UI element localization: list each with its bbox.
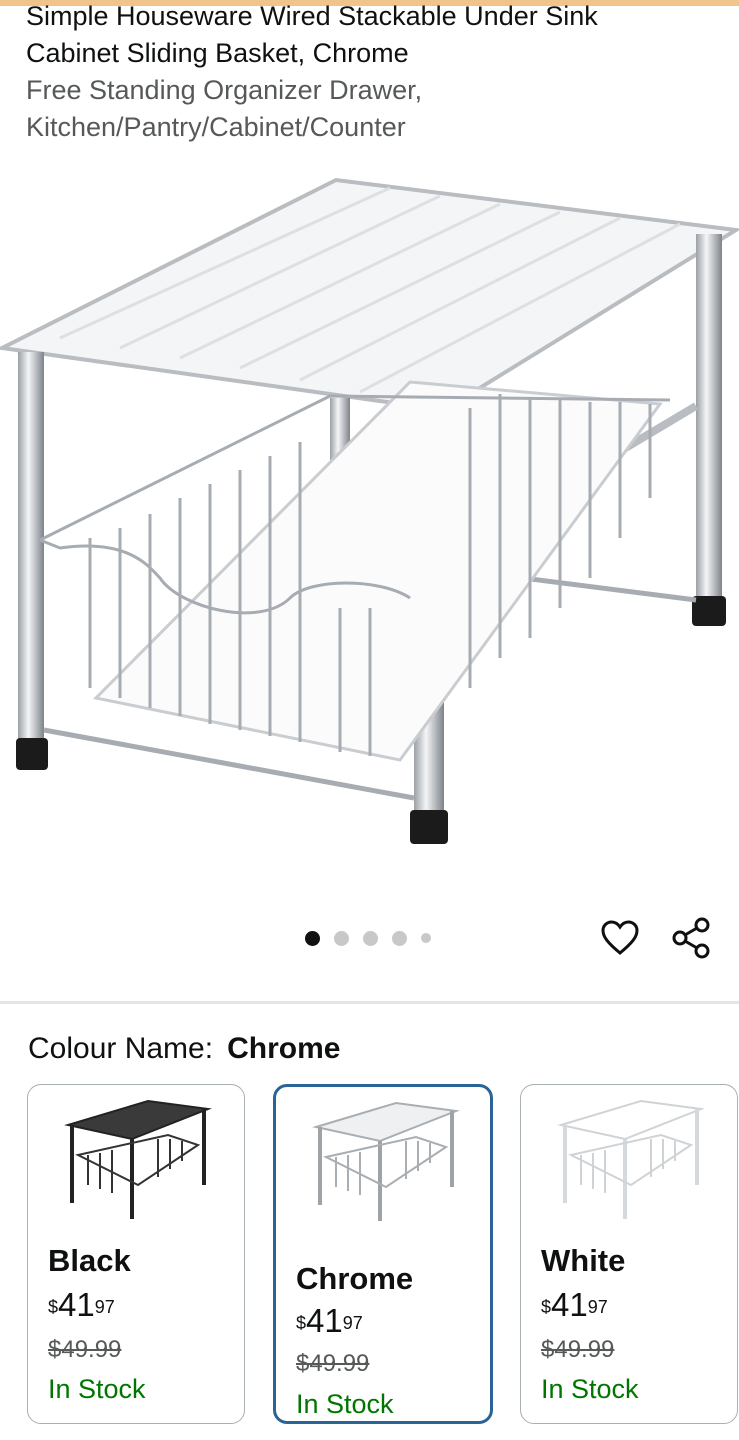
price-fraction: 97 bbox=[587, 1297, 608, 1317]
product-title-line-2[interactable]: Cabinet Sliding Basket, Chrome bbox=[26, 35, 726, 72]
carousel-dot-active[interactable] bbox=[305, 930, 320, 946]
chrome-variant-thumbnail bbox=[312, 1101, 460, 1221]
colour-option-white[interactable]: White $4197 $49.99 In Stock bbox=[520, 1084, 738, 1424]
section-divider bbox=[0, 1001, 739, 1004]
price-fraction: 97 bbox=[342, 1313, 363, 1333]
option-list-price: $49.99 bbox=[541, 1336, 615, 1363]
black-variant-thumbnail bbox=[64, 1099, 212, 1219]
colour-option-black[interactable]: Black $4197 $49.99 In Stock bbox=[27, 1084, 245, 1424]
price-currency: $ bbox=[296, 1313, 307, 1333]
option-price: $4197 bbox=[48, 1287, 115, 1323]
share-icon bbox=[672, 917, 710, 959]
image-carousel-indicator[interactable] bbox=[305, 930, 431, 946]
carousel-dot[interactable] bbox=[392, 930, 407, 946]
carousel-dot[interactable] bbox=[421, 933, 431, 943]
product-image[interactable] bbox=[0, 168, 739, 858]
carousel-dot[interactable] bbox=[334, 930, 349, 946]
heart-icon bbox=[601, 920, 639, 955]
colour-label-key: Colour Name: bbox=[28, 1032, 214, 1065]
price-currency: $ bbox=[48, 1297, 59, 1317]
option-stock-status: In Stock bbox=[541, 1374, 639, 1404]
carousel-dot[interactable] bbox=[363, 930, 378, 946]
wishlist-button[interactable] bbox=[597, 915, 643, 961]
colour-label-value: Chrome bbox=[227, 1032, 341, 1065]
option-list-price: $49.99 bbox=[48, 1336, 122, 1363]
price-fraction: 97 bbox=[94, 1297, 115, 1317]
option-stock-status: In Stock bbox=[48, 1374, 146, 1404]
product-title-line-1[interactable]: Simple Houseware Wired Stackable Under S… bbox=[26, 0, 726, 35]
option-name: Chrome bbox=[296, 1261, 414, 1296]
option-price: $4197 bbox=[541, 1287, 608, 1323]
option-price: $4197 bbox=[296, 1303, 363, 1339]
product-subtitle-line-2: Kitchen/Pantry/Cabinet/Counter bbox=[26, 112, 406, 142]
option-name: Black bbox=[48, 1243, 131, 1278]
price-whole: 41 bbox=[551, 1286, 588, 1323]
option-stock-status: In Stock bbox=[296, 1389, 394, 1419]
option-list-price: $49.99 bbox=[296, 1350, 370, 1377]
colour-name-label: Colour Name: Chrome bbox=[28, 1030, 340, 1068]
product-subtitle-line-1: Free Standing Organizer Drawer, bbox=[26, 75, 423, 105]
white-variant-thumbnail bbox=[557, 1099, 705, 1219]
price-whole: 41 bbox=[58, 1286, 95, 1323]
share-button[interactable] bbox=[668, 915, 714, 961]
option-name: White bbox=[541, 1243, 626, 1278]
product-title-block: Simple Houseware Wired Stackable Under S… bbox=[26, 0, 726, 146]
colour-option-chrome[interactable]: Chrome $4197 $49.99 In Stock bbox=[273, 1084, 493, 1424]
price-whole: 41 bbox=[306, 1302, 343, 1339]
price-currency: $ bbox=[541, 1297, 552, 1317]
